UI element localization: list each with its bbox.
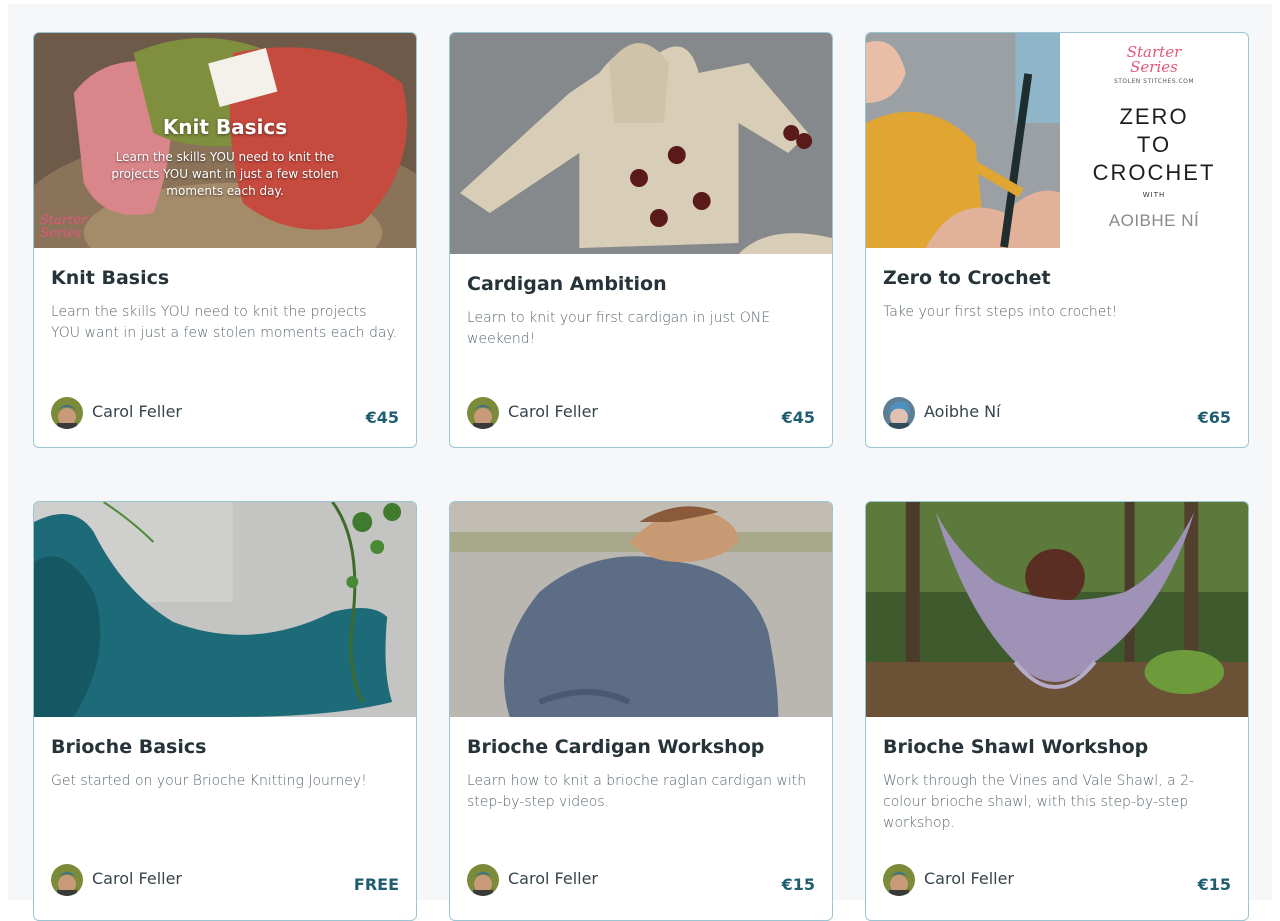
author-name: Carol Feller [508,869,599,888]
course-thumbnail[interactable] [34,502,416,717]
author-name: Carol Feller [924,869,1015,888]
course-description: Learn the skills YOU need to knit the pr… [51,304,398,341]
course-footer: Carol Feller €45 [467,397,815,431]
course-card-brioche-shawl-workshop[interactable]: Brioche Shawl Workshop Work through the … [865,501,1249,921]
thumbnail-subtitle: Learn the skills YOU need to knit the pr… [111,150,339,198]
course-thumbnail[interactable]: Knit Basics Learn the skills YOU need to… [34,33,416,248]
course-card-brioche-basics[interactable]: Brioche Basics Get started on your Brioc… [33,501,417,921]
course-title[interactable]: Brioche Basics [51,735,399,759]
course-footer: Carol Feller FREE [51,864,399,898]
author-avatar [883,397,915,429]
course-title[interactable]: Zero to Crochet [883,266,1231,290]
author-name: Aoibhe Ní [924,402,1001,421]
course-footer: Carol Feller €15 [467,864,815,898]
panel-line-crochet: CROCHET [1092,160,1216,185]
course-description: Work through the Vines and Vale Shawl, a… [883,773,1195,831]
course-thumbnail[interactable] [450,502,832,717]
course-title[interactable]: Brioche Cardigan Workshop [467,735,815,759]
cardigan-ambition-image [450,33,832,254]
author-avatar [883,864,915,896]
author-avatar [51,397,83,429]
course-title[interactable]: Knit Basics [51,266,399,290]
course-footer: Aoibhe Ní €65 [883,397,1231,431]
course-price: €45 [781,408,815,427]
author-avatar [467,864,499,896]
course-footer: Carol Feller €15 [883,864,1231,898]
panel-author: AOIBHE NÍ [1108,211,1200,230]
course-description: Take your first steps into crochet! [883,304,1118,320]
course-card-knit-basics[interactable]: Knit Basics Learn the skills YOU need to… [33,32,417,448]
course-description: Learn to knit your first cardigan in jus… [467,310,771,347]
course-thumbnail[interactable] [866,502,1248,717]
course-thumbnail[interactable] [450,33,832,254]
course-thumbnail[interactable]: Starter Series STOLEN STITCHES.COM ZERO … [866,33,1248,248]
course-price: €45 [365,408,399,427]
brand-label: STOLEN STITCHES.COM [1113,78,1195,85]
brioche-cardigan-image [450,502,832,717]
panel-with: WITH [1142,191,1166,199]
starter-series-mark: Starter Series [1126,43,1182,76]
course-price: €15 [781,875,815,894]
course-description: Learn how to knit a brioche raglan cardi… [467,773,807,810]
brioche-shawl-image [866,502,1248,717]
course-card-cardigan-ambition[interactable]: Cardigan Ambition Learn to knit your fir… [449,32,833,448]
course-grid: Knit Basics Learn the skills YOU need to… [8,4,1272,921]
course-description: Get started on your Brioche Knitting Jou… [51,773,367,789]
panel-line-zero: ZERO [1119,104,1189,129]
course-card-brioche-cardigan-workshop[interactable]: Brioche Cardigan Workshop Learn how to k… [449,501,833,921]
starter-series-mark: Starter Series [40,213,88,241]
title-panel: Starter Series STOLEN STITCHES.COM ZERO … [1060,33,1248,248]
author-name: Carol Feller [508,402,599,421]
course-card-zero-to-crochet[interactable]: Starter Series STOLEN STITCHES.COM ZERO … [865,32,1249,448]
author-avatar [51,864,83,896]
course-price: €65 [1197,408,1231,427]
brioche-basics-image [34,502,416,717]
course-title[interactable]: Cardigan Ambition [467,272,815,296]
course-footer: Carol Feller €45 [51,397,399,431]
course-price: FREE [353,875,399,894]
course-price: €15 [1197,875,1231,894]
thumbnail-title: Knit Basics [162,115,288,139]
course-title[interactable]: Brioche Shawl Workshop [883,735,1231,759]
author-name: Carol Feller [92,869,183,888]
author-name: Carol Feller [92,402,183,421]
panel-line-to: TO [1136,132,1172,157]
author-avatar [467,397,499,429]
